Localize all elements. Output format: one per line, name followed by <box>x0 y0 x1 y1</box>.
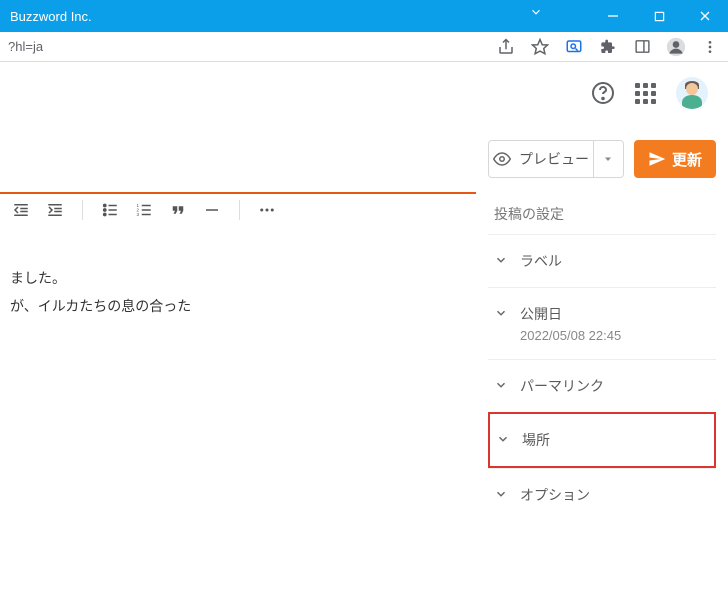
settings-item-permalink[interactable]: パーマリンク <box>488 359 716 412</box>
settings-item-label: ラベル <box>520 251 562 271</box>
post-settings-sidebar: プレビュー 更新 投稿の設定 ラベル 公開日 2022/05/08 22:45 <box>476 124 728 600</box>
preview-label: プレビュー <box>519 149 589 169</box>
preview-button[interactable]: プレビュー <box>488 140 624 178</box>
share-icon[interactable] <box>496 38 516 56</box>
settings-item-location[interactable]: 場所 <box>488 412 716 468</box>
chevron-down-icon <box>494 378 510 392</box>
window-titlebar: Buzzword Inc. <box>0 0 728 32</box>
editor-content[interactable]: ました。 が、イルカたちの息の合った <box>0 264 476 600</box>
settings-section-title: 投稿の設定 <box>494 204 712 224</box>
more-options-icon[interactable] <box>256 199 278 221</box>
horizontal-rule-icon[interactable] <box>201 199 223 221</box>
quote-icon[interactable] <box>167 199 189 221</box>
send-icon <box>648 150 666 168</box>
settings-item-label: 公開日 <box>520 304 621 324</box>
indent-increase-icon[interactable] <box>44 199 66 221</box>
minimize-button[interactable] <box>590 0 636 32</box>
settings-item-label: パーマリンク <box>520 376 604 396</box>
editor-line: ました。 <box>10 264 466 292</box>
preview-dropdown-caret[interactable] <box>593 141 623 177</box>
toolbar-divider <box>82 200 83 220</box>
maximize-button[interactable] <box>636 0 682 32</box>
settings-item-label: オプション <box>520 485 590 505</box>
numbered-list-icon[interactable]: 123 <box>133 199 155 221</box>
chevron-down-icon <box>496 432 512 446</box>
toolbar-divider <box>239 200 240 220</box>
help-icon[interactable] <box>591 81 615 105</box>
update-label: 更新 <box>672 149 702 170</box>
menu-dots-icon[interactable] <box>700 39 720 55</box>
settings-item-labels[interactable]: ラベル <box>488 234 716 287</box>
extensions-icon[interactable] <box>598 39 618 55</box>
settings-item-published[interactable]: 公開日 2022/05/08 22:45 <box>488 287 716 359</box>
titlebar-chevron-icon[interactable] <box>529 5 543 19</box>
browser-toolbar: ?hl=ja <box>0 32 728 62</box>
update-button[interactable]: 更新 <box>634 140 716 178</box>
window-title: Buzzword Inc. <box>10 9 92 24</box>
bullet-list-icon[interactable] <box>99 199 121 221</box>
settings-item-options[interactable]: オプション <box>488 468 716 521</box>
editor-line: が、イルカたちの息の合った <box>10 292 466 320</box>
action-row: プレビュー 更新 <box>488 140 716 178</box>
settings-item-label: 場所 <box>522 430 550 450</box>
side-panel-icon[interactable] <box>632 38 652 55</box>
chevron-down-icon <box>494 306 510 320</box>
profile-icon[interactable] <box>666 37 686 57</box>
editor-pane: 123 ました。 が、イルカたちの息の合った <box>0 124 476 600</box>
svg-text:3: 3 <box>137 212 140 217</box>
chevron-down-icon <box>494 487 510 501</box>
chevron-down-icon <box>494 253 510 267</box>
settings-item-sublabel: 2022/05/08 22:45 <box>520 328 621 343</box>
address-bar[interactable]: ?hl=ja <box>8 39 482 54</box>
indent-decrease-icon[interactable] <box>10 199 32 221</box>
app-header <box>0 62 728 124</box>
eye-icon <box>493 150 511 168</box>
window-controls <box>590 0 728 32</box>
editor-toolbar: 123 <box>0 192 476 233</box>
tab-search-icon[interactable] <box>564 38 584 56</box>
close-button[interactable] <box>682 0 728 32</box>
bookmark-star-icon[interactable] <box>530 38 550 56</box>
avatar[interactable] <box>676 77 708 109</box>
apps-grid-icon[interactable] <box>635 83 656 104</box>
